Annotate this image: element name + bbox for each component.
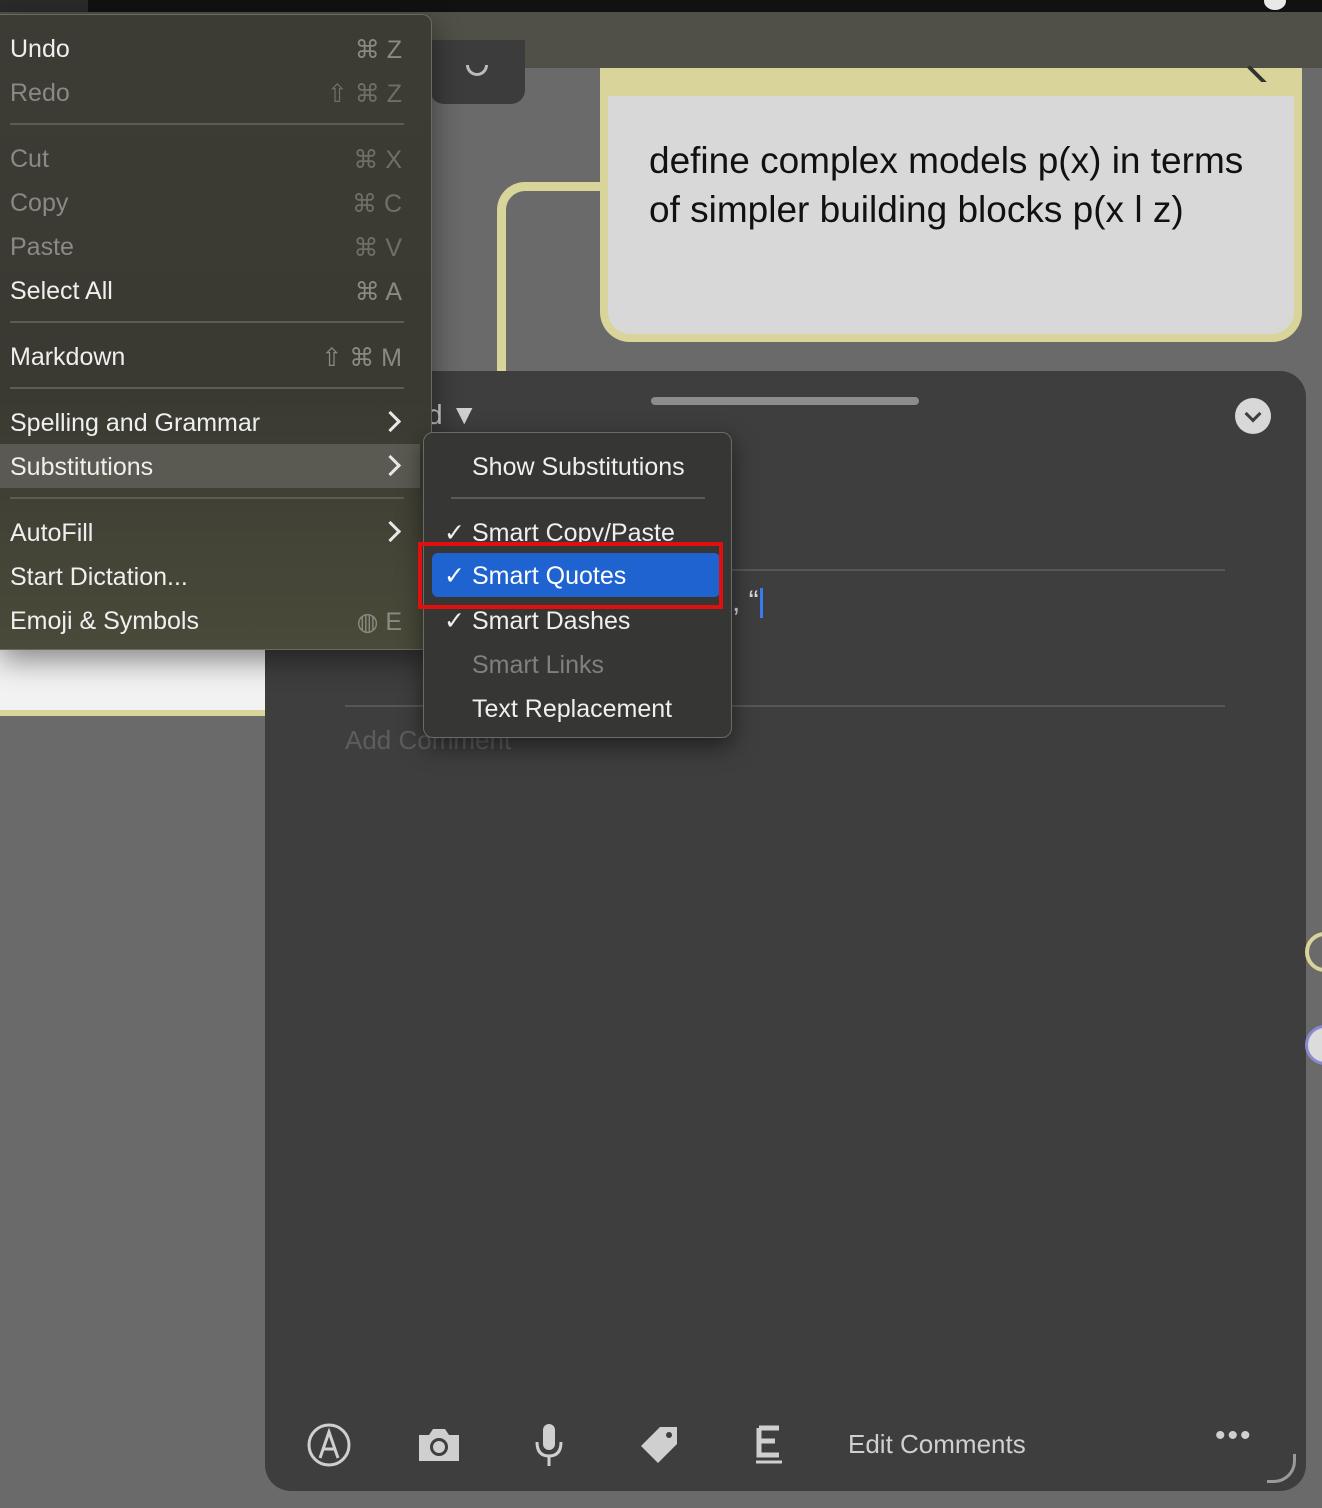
panel-grabber[interactable] — [651, 397, 919, 405]
menu-bar-edit-tab[interactable] — [0, 0, 88, 12]
menu-item-substitutions[interactable]: Substitutions — [0, 444, 420, 488]
circle-icon — [466, 65, 488, 76]
menu-separator — [451, 497, 705, 499]
menu-item-markdown[interactable]: Markdown ⇧ ⌘ M — [0, 334, 420, 378]
menu-separator — [10, 387, 404, 389]
edge-handle[interactable] — [1305, 932, 1322, 972]
panel-title[interactable]: d ▼ — [427, 399, 478, 431]
menu-bar — [0, 0, 1322, 12]
menu-item-select-all[interactable]: Select All ⌘ A — [0, 268, 420, 312]
note-text: define complex models p(x) in terms of s… — [649, 140, 1244, 230]
top-control[interactable] — [430, 40, 525, 104]
panel-bottom-toolbar: Edit Comments ••• — [265, 1399, 1306, 1491]
menu-item-text-replacement[interactable]: Text Replacement — [432, 686, 720, 730]
microphone-icon[interactable] — [525, 1421, 573, 1469]
status-icon[interactable] — [1264, 0, 1286, 10]
more-options-icon[interactable]: ••• — [1215, 1419, 1253, 1453]
menu-item-cut[interactable]: Cut ⌘ X — [0, 136, 420, 180]
menu-separator — [10, 123, 404, 125]
menu-item-emoji-and-symbols[interactable]: Emoji & Symbols ◍ E — [0, 598, 420, 642]
markup-icon[interactable] — [305, 1421, 353, 1469]
tag-icon[interactable] — [635, 1421, 683, 1469]
edit-comments-button[interactable]: Edit Comments — [848, 1429, 1026, 1460]
chevron-right-icon[interactable] — [1233, 65, 1267, 99]
menu-separator — [10, 321, 404, 323]
menu-item-redo[interactable]: Redo ⇧ ⌘ Z — [0, 70, 420, 114]
menu-item-show-substitutions[interactable]: Show Substitutions — [432, 444, 720, 488]
menu-item-autofill[interactable]: AutoFill — [0, 510, 420, 554]
collapse-button[interactable] — [1235, 398, 1271, 434]
camera-icon[interactable] — [415, 1421, 463, 1469]
text-caret — [760, 588, 763, 618]
menu-item-spelling-and-grammar[interactable]: Spelling and Grammar — [0, 400, 420, 444]
menu-item-start-dictation[interactable]: Start Dictation... — [0, 554, 420, 598]
menu-item-copy[interactable]: Copy ⌘ C — [0, 180, 420, 224]
menu-item-smart-links[interactable]: Smart Links — [432, 642, 720, 686]
note-card[interactable]: define complex models p(x) in terms of s… — [600, 96, 1302, 342]
chevron-right-icon — [379, 520, 402, 543]
menu-item-undo[interactable]: Undo ⌘ Z — [0, 26, 420, 70]
highlight-box — [418, 542, 723, 609]
chevron-right-icon — [379, 410, 402, 433]
edge-handle[interactable] — [1305, 1025, 1322, 1065]
resize-handle[interactable] — [1267, 1454, 1296, 1483]
menu-separator — [10, 497, 404, 499]
comment-text[interactable]: , “ — [732, 585, 759, 619]
edit-menu: Undo ⌘ Z Redo ⇧ ⌘ Z Cut ⌘ X Copy ⌘ C Pas… — [0, 14, 432, 650]
menu-item-paste[interactable]: Paste ⌘ V — [0, 224, 420, 268]
text-format-icon[interactable] — [745, 1421, 793, 1469]
left-note-card[interactable] — [0, 640, 265, 716]
chevron-right-icon — [379, 454, 402, 477]
checkmark-icon: ✓ — [444, 607, 465, 635]
